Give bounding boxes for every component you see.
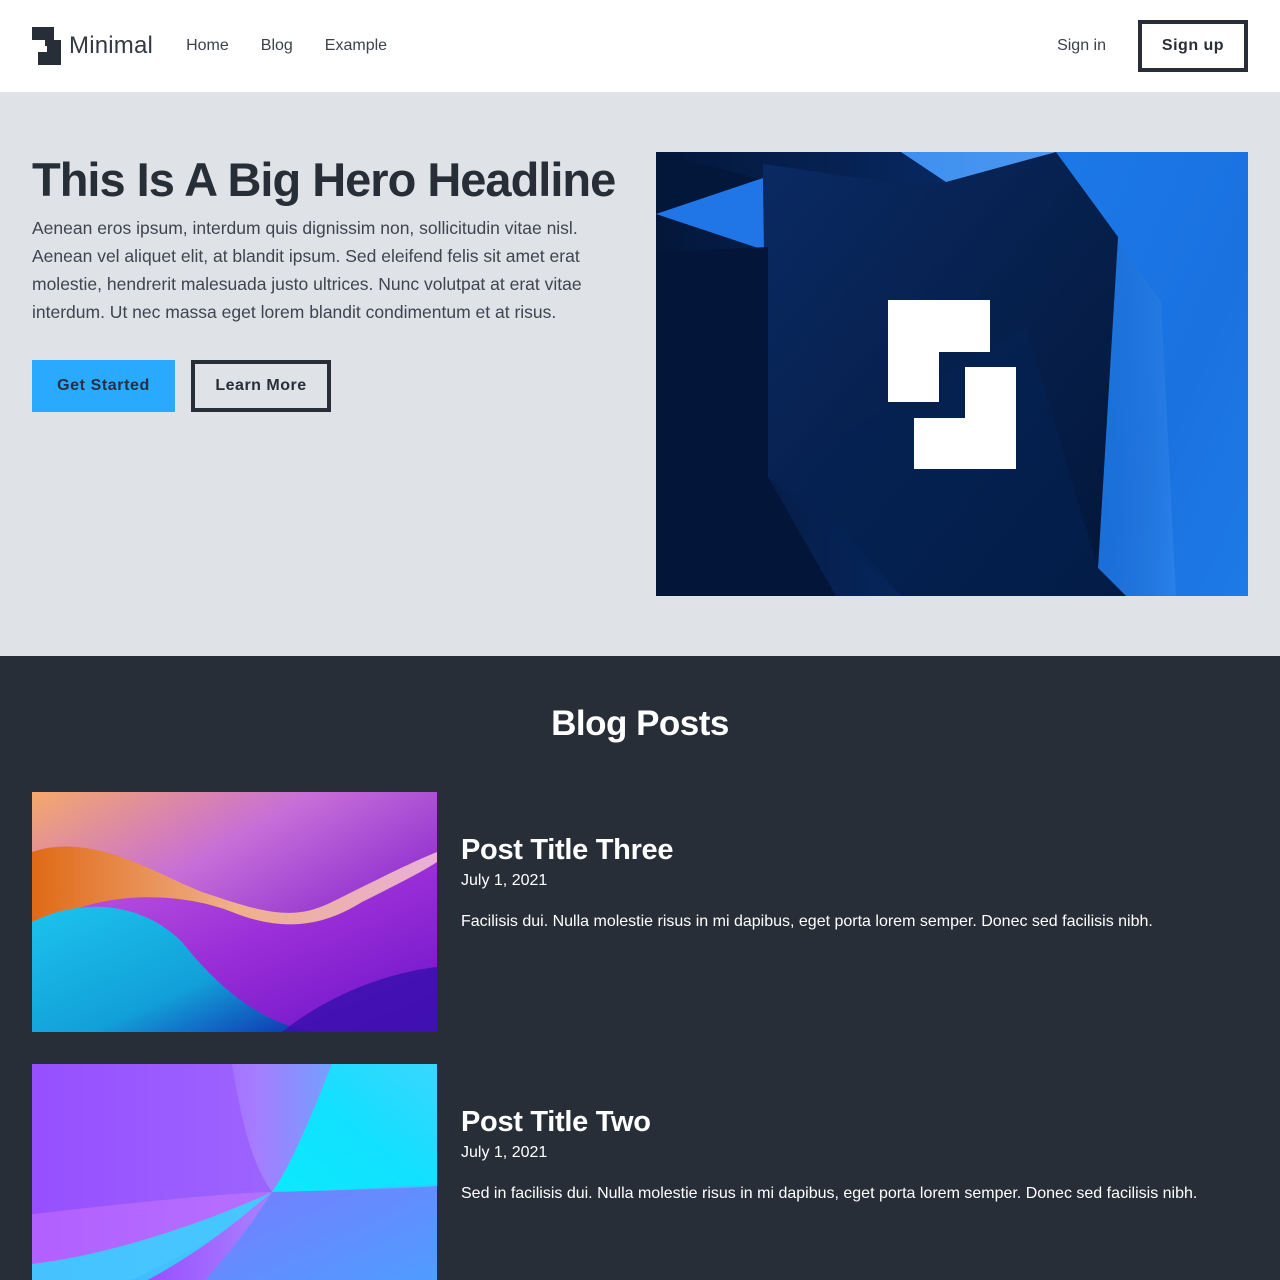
get-started-button[interactable]: Get Started	[32, 360, 175, 412]
post-thumbnail[interactable]	[32, 792, 437, 1032]
top-navbar: Minimal Home Blog Example Sign in Sign u…	[0, 0, 1280, 92]
primary-nav: Home Blog Example	[186, 37, 419, 55]
post-date: July 1, 2021	[461, 1144, 548, 1161]
post-thumbnail[interactable]	[32, 1064, 437, 1280]
learn-more-button[interactable]: Learn More	[191, 360, 331, 412]
logo-mark-icon	[32, 27, 61, 65]
auth-actions: Sign in Sign up	[1057, 20, 1248, 72]
hero-body: Aenean eros ipsum, interdum quis digniss…	[32, 218, 582, 322]
nav-link-home[interactable]: Home	[186, 37, 229, 55]
post-date: July 1, 2021	[461, 872, 548, 889]
hero-headline: This Is A Big Hero Headline	[32, 153, 616, 206]
hero-abstract-illustration	[656, 152, 1248, 596]
blog-section: Blog Posts Post Title Three July 1, 2021…	[0, 656, 1280, 1280]
sign-in-link[interactable]: Sign in	[1057, 37, 1106, 55]
brand-link[interactable]: Minimal	[32, 27, 153, 65]
hero-actions: Get Started Learn More	[32, 360, 331, 412]
post-title[interactable]: Post Title Two	[461, 1104, 1248, 1140]
post-thumbnail-gradient	[32, 792, 437, 1032]
nav-link-example[interactable]: Example	[325, 37, 387, 55]
post-info: Post Title Two July 1, 2021 Sed in facil…	[461, 1104, 1248, 1206]
hero-text: This Is A Big Hero Headline Aenean eros …	[32, 152, 632, 326]
sign-up-button[interactable]: Sign up	[1138, 20, 1248, 72]
post-title[interactable]: Post Title Three	[461, 832, 1248, 868]
post-thumbnail-gradient	[32, 1064, 437, 1280]
post-excerpt: Sed in facilisis dui. Nulla molestie ris…	[461, 1185, 1198, 1202]
blog-post-card[interactable]: Post Title Two July 1, 2021 Sed in facil…	[32, 1064, 1248, 1280]
nav-link-blog[interactable]: Blog	[261, 37, 293, 55]
brand-name: Minimal	[69, 32, 154, 59]
hero-section: This Is A Big Hero Headline Aenean eros …	[0, 92, 1280, 656]
post-excerpt: Facilisis dui. Nulla molestie risus in m…	[461, 913, 1153, 930]
blog-section-title: Blog Posts	[551, 704, 729, 743]
blog-post-card[interactable]: Post Title Three July 1, 2021 Facilisis …	[32, 792, 1248, 1032]
hero-image	[656, 152, 1248, 596]
post-info: Post Title Three July 1, 2021 Facilisis …	[461, 832, 1248, 934]
